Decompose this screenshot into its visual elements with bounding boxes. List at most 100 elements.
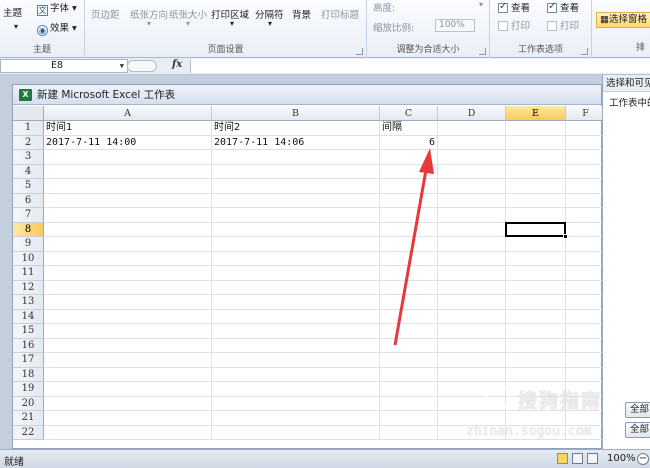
cell-a20[interactable] [44, 396, 212, 411]
cell-a15[interactable] [44, 324, 212, 339]
column-header-f[interactable]: F [566, 106, 606, 121]
row-header-4[interactable]: 4 [13, 164, 44, 179]
page-break-view-icon[interactable] [587, 453, 598, 464]
cell-c12[interactable] [380, 280, 438, 295]
cell-f15[interactable] [566, 324, 606, 339]
fill-handle[interactable] [563, 234, 568, 239]
cell-b3[interactable] [212, 150, 380, 165]
cell-c1[interactable]: 间隔 [380, 121, 438, 136]
row-header-17[interactable]: 17 [13, 353, 44, 368]
row-header-7[interactable]: 7 [13, 208, 44, 223]
cell-f17[interactable] [566, 353, 606, 368]
cell-a21[interactable] [44, 411, 212, 426]
cell-d18[interactable] [438, 367, 506, 382]
cell-b13[interactable] [212, 295, 380, 310]
cell-f18[interactable] [566, 367, 606, 382]
cell-e5[interactable] [506, 179, 566, 194]
cell-e10[interactable] [506, 251, 566, 266]
cell-e12[interactable] [506, 280, 566, 295]
page-setup-launcher-icon[interactable] [356, 48, 363, 55]
cell-c21[interactable] [380, 411, 438, 426]
hide-all-button[interactable]: 全部 [625, 422, 650, 438]
margins-button[interactable]: 页边距 [91, 7, 120, 21]
cell-d5[interactable] [438, 179, 506, 194]
cell-d2[interactable] [438, 135, 506, 150]
row-header-18[interactable]: 18 [13, 367, 44, 382]
cell-a13[interactable] [44, 295, 212, 310]
cell-e2[interactable] [506, 135, 566, 150]
row-header-20[interactable]: 20 [13, 396, 44, 411]
cell-c17[interactable] [380, 353, 438, 368]
normal-view-icon[interactable] [557, 453, 568, 464]
gridlines-print-checkbox[interactable]: 打印 [498, 18, 530, 32]
row-header-6[interactable]: 6 [13, 193, 44, 208]
cell-f7[interactable] [566, 208, 606, 223]
cell-a6[interactable] [44, 193, 212, 208]
cell-a2[interactable]: 2017-7-11 14:00 [44, 135, 212, 150]
cell-f11[interactable] [566, 266, 606, 281]
cell-c14[interactable] [380, 309, 438, 324]
cell-d12[interactable] [438, 280, 506, 295]
cell-b16[interactable] [212, 338, 380, 353]
column-header-e[interactable]: E [506, 106, 566, 121]
background-button[interactable]: 背景 [292, 7, 311, 21]
cell-a18[interactable] [44, 367, 212, 382]
cell-c22[interactable] [380, 425, 438, 440]
cell-d7[interactable] [438, 208, 506, 223]
cell-b5[interactable] [212, 179, 380, 194]
cell-f2[interactable] [566, 135, 606, 150]
cell-e15[interactable] [506, 324, 566, 339]
cell-d14[interactable] [438, 309, 506, 324]
cell-a3[interactable] [44, 150, 212, 165]
selection-pane-button[interactable]: ▦选择窗格 [596, 12, 650, 28]
cell-f1[interactable] [566, 121, 606, 136]
row-header-15[interactable]: 15 [13, 324, 44, 339]
cell-d13[interactable] [438, 295, 506, 310]
gridlines-view-checkbox[interactable]: 查看 [498, 0, 530, 14]
cell-a22[interactable] [44, 425, 212, 440]
cell-e18[interactable] [506, 367, 566, 382]
cell-e4[interactable] [506, 164, 566, 179]
row-header-5[interactable]: 5 [13, 179, 44, 194]
workbook-title-bar[interactable]: X 新建 Microsoft Excel 工作表 [13, 85, 601, 105]
cell-c10[interactable] [380, 251, 438, 266]
column-header-d[interactable]: D [438, 106, 506, 121]
cell-d17[interactable] [438, 353, 506, 368]
cell-c16[interactable] [380, 338, 438, 353]
cell-a10[interactable] [44, 251, 212, 266]
column-header-c[interactable]: C [380, 106, 438, 121]
cell-d11[interactable] [438, 266, 506, 281]
cell-c4[interactable] [380, 164, 438, 179]
row-header-19[interactable]: 19 [13, 382, 44, 397]
cell-c13[interactable] [380, 295, 438, 310]
column-header-b[interactable]: B [212, 106, 380, 121]
size-dropdown-icon[interactable]: ▾ [186, 19, 190, 28]
cell-b17[interactable] [212, 353, 380, 368]
formula-input[interactable] [190, 59, 650, 73]
cell-c7[interactable] [380, 208, 438, 223]
cell-b14[interactable] [212, 309, 380, 324]
cell-a9[interactable] [44, 237, 212, 252]
themes-dropdown-icon[interactable]: ▾ [14, 22, 18, 31]
cell-a8[interactable] [44, 222, 212, 237]
cell-d9[interactable] [438, 237, 506, 252]
cell-e13[interactable] [506, 295, 566, 310]
cell-c19[interactable] [380, 382, 438, 397]
select-all-corner[interactable] [13, 106, 44, 121]
row-header-12[interactable]: 12 [13, 280, 44, 295]
cell-a16[interactable] [44, 338, 212, 353]
cell-a11[interactable] [44, 266, 212, 281]
height-dropdown-icon[interactable]: ▾ [479, 0, 483, 9]
cell-b7[interactable] [212, 208, 380, 223]
row-header-3[interactable]: 3 [13, 150, 44, 165]
cell-a12[interactable] [44, 280, 212, 295]
cell-d4[interactable] [438, 164, 506, 179]
zoom-level[interactable]: 100% [607, 453, 636, 464]
cell-e17[interactable] [506, 353, 566, 368]
cell-b2[interactable]: 2017-7-11 14:06 [212, 135, 380, 150]
cell-a14[interactable] [44, 309, 212, 324]
cell-e11[interactable] [506, 266, 566, 281]
cell-b18[interactable] [212, 367, 380, 382]
headings-view-checkbox[interactable]: 查看 [547, 0, 579, 14]
themes-button[interactable]: 主题 [3, 5, 22, 19]
